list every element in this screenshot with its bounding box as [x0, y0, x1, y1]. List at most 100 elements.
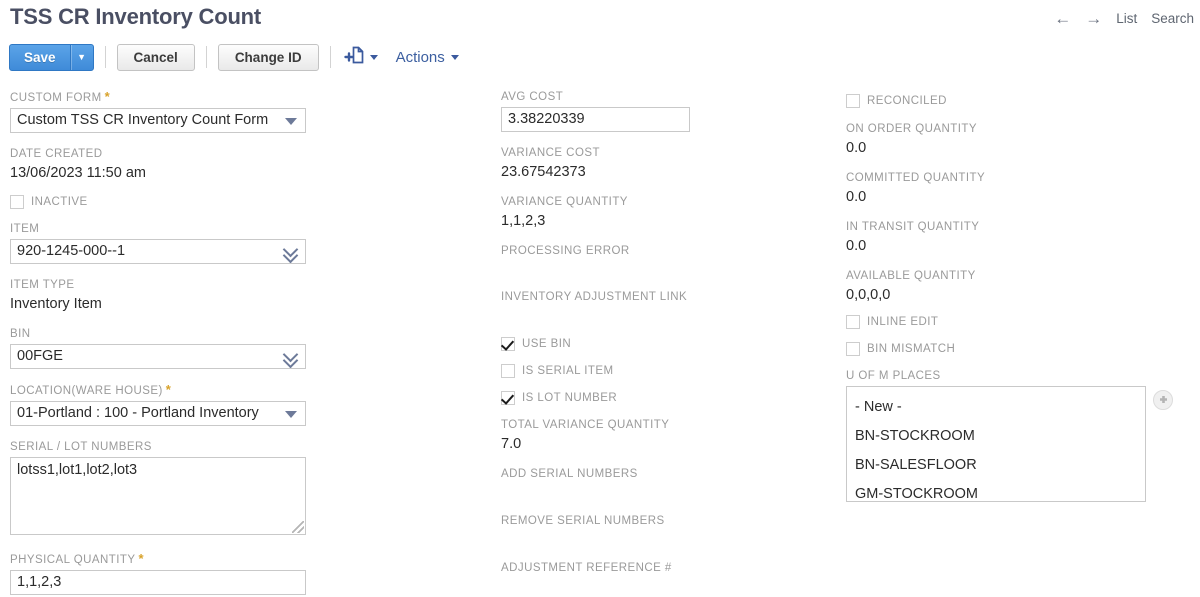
field-bin-mismatch[interactable]: BIN MISMATCH — [846, 340, 1186, 358]
field-use-bin[interactable]: USE BIN — [501, 335, 831, 353]
field-inline-edit[interactable]: INLINE EDIT — [846, 313, 1186, 331]
item-type-label: ITEM TYPE — [10, 279, 75, 291]
variance-quantity-label: VARIANCE QUANTITY — [501, 196, 628, 208]
serial-lot-numbers-label: SERIAL / LOT NUMBERS — [10, 441, 152, 453]
new-document-plus-icon — [343, 44, 366, 71]
bin-mismatch-checkbox[interactable] — [846, 342, 860, 356]
field-bin: BIN 00FGE — [10, 327, 310, 369]
adjustment-reference-label: ADJUSTMENT REFERENCE # — [501, 562, 672, 574]
bin-lookup-field[interactable]: 00FGE — [10, 344, 306, 369]
available-quantity-value: 0,0,0,0 — [846, 287, 891, 303]
date-created-label: DATE CREATED — [10, 148, 103, 160]
uom-places-add-button[interactable] — [1153, 390, 1173, 410]
inventory-adjustment-link-value — [501, 307, 831, 326]
search-link[interactable]: Search — [1151, 11, 1194, 26]
change-id-button[interactable]: Change ID — [217, 43, 319, 71]
list-item[interactable]: GM-STOCKROOM — [847, 480, 1145, 509]
variance-cost-label: VARIANCE COST — [501, 147, 600, 159]
resize-handle[interactable] — [292, 521, 304, 533]
item-label: ITEM — [10, 223, 40, 235]
is-serial-item-checkbox[interactable] — [501, 364, 515, 378]
serial-lot-numbers-textarea[interactable]: lotss1,lot1,lot2,lot3 — [10, 457, 306, 535]
save-dropdown-caret-icon[interactable]: ▼ — [69, 44, 93, 70]
actions-label: Actions — [395, 48, 445, 66]
is-lot-number-label: IS LOT NUMBER — [522, 392, 618, 404]
uom-places-listbox[interactable]: - New - BN-STOCKROOM BN-SALESFLOOR GM-ST… — [846, 386, 1146, 502]
field-date-created: DATE CREATED 13/06/2023 11:50 am — [10, 147, 310, 183]
inline-edit-label: INLINE EDIT — [867, 316, 939, 328]
on-order-quantity-label: ON ORDER QUANTITY — [846, 123, 977, 135]
plus-circle-icon — [1158, 395, 1169, 406]
save-button[interactable]: Save ▼ — [9, 43, 94, 71]
is-lot-number-checkbox[interactable] — [501, 391, 515, 405]
field-custom-form: CUSTOM FORM * Custom TSS CR Inventory Cou… — [10, 90, 310, 133]
new-record-button[interactable] — [343, 44, 378, 71]
bin-mismatch-label: BIN MISMATCH — [867, 343, 956, 355]
field-is-serial-item[interactable]: IS SERIAL ITEM — [501, 362, 831, 380]
inventory-adjustment-link-label: INVENTORY ADJUSTMENT LINK — [501, 291, 688, 303]
inline-edit-checkbox[interactable] — [846, 315, 860, 329]
remove-serial-numbers-label: REMOVE SERIAL NUMBERS — [501, 515, 665, 527]
date-created-value: 13/06/2023 11:50 am — [10, 165, 146, 181]
toolbar-divider — [329, 46, 331, 68]
uom-places-label: U OF M PLACES — [846, 370, 941, 382]
custom-form-value: Custom TSS CR Inventory Count Form — [17, 112, 269, 128]
variance-quantity-value: 1,1,2,3 — [501, 213, 546, 229]
back-arrow-icon[interactable]: ← — [1054, 10, 1071, 27]
item-lookup-field[interactable]: 920-1245-000--1 — [10, 239, 306, 264]
toolbar: Save ▼ Cancel Change ID Actions — [9, 43, 459, 71]
cancel-button[interactable]: Cancel — [116, 43, 195, 71]
double-chevron-down-icon[interactable] — [282, 346, 299, 368]
middle-form-column: AVG COST 3.38220339 VARIANCE COST 23.675… — [501, 90, 831, 597]
available-quantity-label: AVAILABLE QUANTITY — [846, 270, 976, 282]
field-is-lot-number[interactable]: IS LOT NUMBER — [501, 389, 831, 407]
field-inactive[interactable]: INACTIVE — [10, 193, 310, 211]
physical-quantity-value: 1,1,2,3 — [17, 574, 62, 590]
avg-cost-label: AVG COST — [501, 91, 564, 103]
save-button-label: Save — [24, 49, 56, 65]
field-on-order-quantity: ON ORDER QUANTITY 0.0 — [846, 122, 1186, 158]
field-location: LOCATION(WARE HOUSE) * 01-Portland : 100 … — [10, 383, 310, 426]
in-transit-quantity-label: IN TRANSIT QUANTITY — [846, 221, 980, 233]
forward-arrow-icon[interactable]: → — [1085, 10, 1102, 27]
physical-quantity-input[interactable]: 1,1,2,3 — [10, 570, 306, 595]
required-marker: * — [104, 89, 111, 104]
custom-form-select[interactable]: Custom TSS CR Inventory Count Form — [10, 108, 306, 133]
field-item-type: ITEM TYPE Inventory Item — [10, 278, 310, 314]
actions-menu-button[interactable]: Actions — [396, 49, 459, 66]
is-serial-item-label: IS SERIAL ITEM — [522, 365, 614, 377]
field-uom-places: U OF M PLACES - New - BN-STOCKROOM BN-SA… — [846, 369, 1186, 502]
double-chevron-down-icon[interactable] — [282, 241, 299, 263]
location-value: 01-Portland : 100 - Portland Inventory — [17, 405, 259, 421]
remove-serial-numbers-value — [501, 531, 831, 550]
bin-value: 00FGE — [17, 348, 63, 364]
field-add-serial-numbers: ADD SERIAL NUMBERS — [501, 467, 831, 503]
total-variance-quantity-label: TOTAL VARIANCE QUANTITY — [501, 419, 670, 431]
location-select[interactable]: 01-Portland : 100 - Portland Inventory — [10, 401, 306, 426]
reconciled-checkbox[interactable] — [846, 94, 860, 108]
inactive-checkbox[interactable] — [10, 195, 24, 209]
page-title: TSS CR Inventory Count — [10, 4, 262, 29]
chevron-down-icon — [450, 54, 459, 60]
toolbar-divider — [104, 46, 106, 68]
field-avg-cost: AVG COST 3.38220339 — [501, 90, 831, 132]
field-reconciled[interactable]: RECONCILED — [846, 92, 1186, 110]
chevron-down-icon[interactable] — [369, 54, 378, 60]
list-item[interactable]: BN-STOCKROOM — [847, 422, 1145, 451]
field-physical-quantity: PHYSICAL QUANTITY * 1,1,2,3 — [10, 552, 310, 595]
avg-cost-value: 3.38220339 — [508, 111, 585, 127]
field-in-transit-quantity: IN TRANSIT QUANTITY 0.0 — [846, 220, 1186, 256]
use-bin-checkbox[interactable] — [501, 337, 515, 351]
list-item[interactable]: BN-SALESFLOOR — [847, 451, 1145, 480]
list-item[interactable]: - New - — [847, 393, 1145, 422]
required-marker: * — [165, 382, 172, 397]
reconciled-label: RECONCILED — [867, 95, 947, 107]
field-adjustment-reference: ADJUSTMENT REFERENCE # — [501, 561, 831, 597]
item-type-value: Inventory Item — [10, 296, 102, 312]
committed-quantity-label: COMMITTED QUANTITY — [846, 172, 986, 184]
avg-cost-input[interactable]: 3.38220339 — [501, 107, 690, 132]
field-remove-serial-numbers: REMOVE SERIAL NUMBERS — [501, 514, 831, 550]
field-inventory-adjustment-link: INVENTORY ADJUSTMENT LINK — [501, 290, 831, 326]
field-serial-lot-numbers: SERIAL / LOT NUMBERS lotss1,lot1,lot2,lo… — [10, 440, 310, 535]
list-link[interactable]: List — [1116, 11, 1137, 26]
